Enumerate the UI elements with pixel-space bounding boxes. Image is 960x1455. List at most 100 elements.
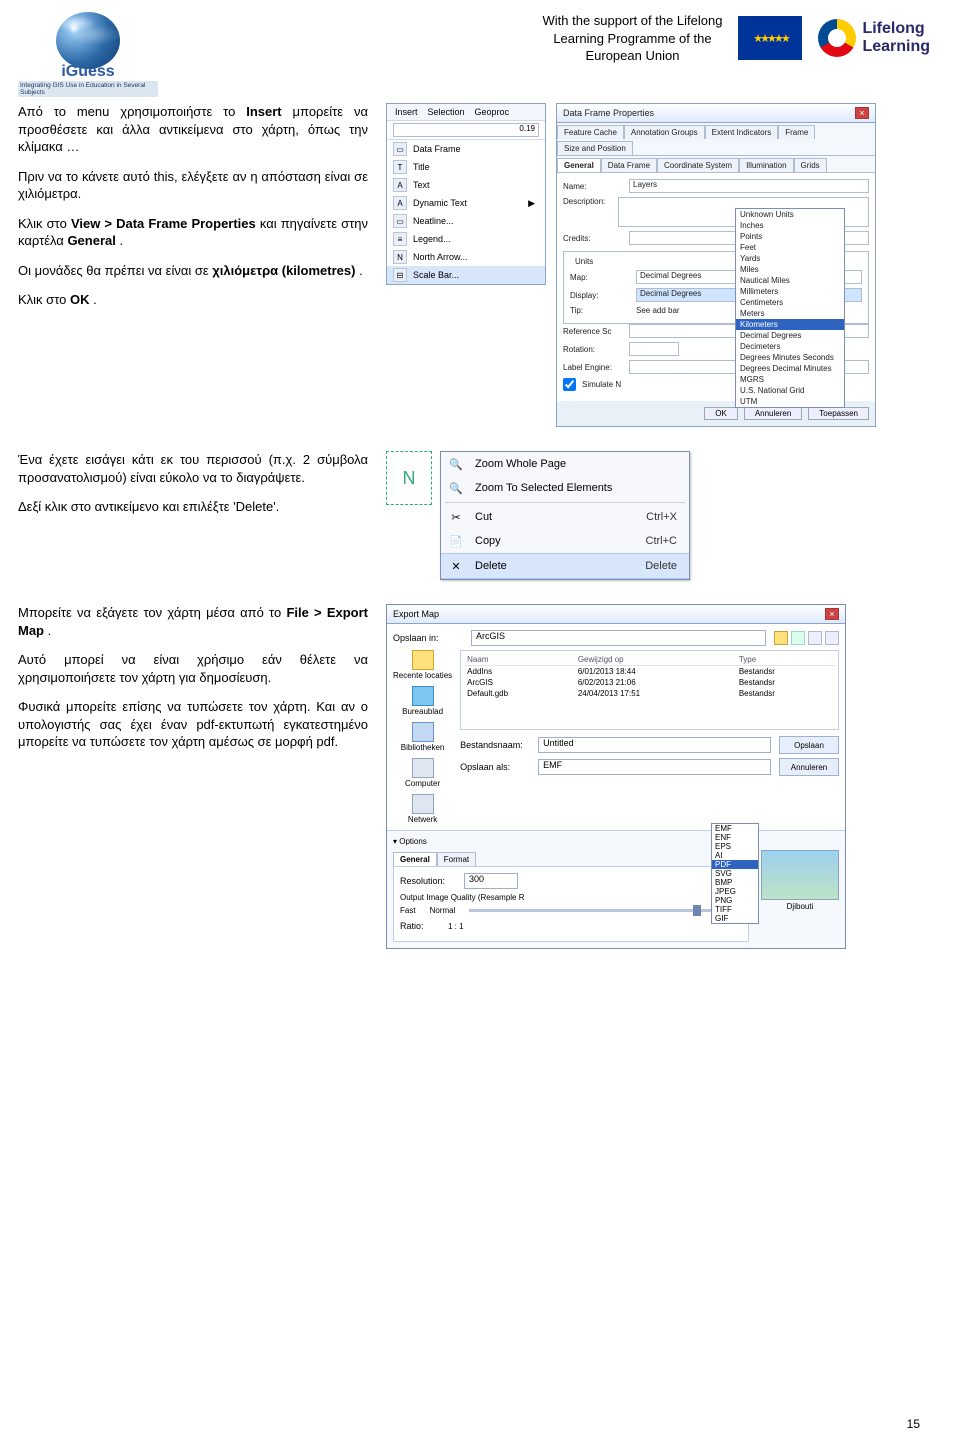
unit-option[interactable]: Decimal Degrees	[736, 330, 844, 341]
menu-item-legend[interactable]: ≡Legend...	[387, 230, 545, 248]
dialog-title: Export Map	[393, 609, 439, 619]
tab-coord-system[interactable]: Coordinate System	[657, 158, 739, 172]
unit-option[interactable]: Millimeters	[736, 286, 844, 297]
save-in-select[interactable]: ArcGIS	[471, 630, 766, 646]
tab-data-frame[interactable]: Data Frame	[601, 158, 657, 172]
format-option[interactable]: PNG	[712, 896, 758, 905]
unit-option[interactable]: Centimeters	[736, 297, 844, 308]
quality-slider[interactable]: Fast Normal Best	[400, 906, 742, 915]
unit-option[interactable]: Inches	[736, 220, 844, 231]
ctx-zoom-whole-page[interactable]: 🔍Zoom Whole Page	[441, 452, 689, 476]
col-header[interactable]: Type	[736, 654, 835, 666]
format-option[interactable]: GIF	[712, 914, 758, 923]
file-type: Bestandsr	[736, 677, 835, 688]
tab-size-position[interactable]: Size and Position	[557, 141, 633, 155]
close-icon[interactable]: ×	[855, 107, 869, 119]
unit-option[interactable]: Meters	[736, 308, 844, 319]
close-icon[interactable]: ×	[825, 608, 839, 620]
unit-option[interactable]: Decimeters	[736, 341, 844, 352]
export-map-dialog: Export Map × Opslaan in: ArcGIS	[386, 604, 846, 949]
ctx-cut[interactable]: ✂CutCtrl+X	[441, 505, 689, 529]
menu-item-dynamic-text[interactable]: ADynamic Text▶	[387, 194, 545, 212]
unit-option[interactable]: Degrees Decimal Minutes	[736, 363, 844, 374]
resolution-input[interactable]: 300	[464, 873, 518, 889]
view-icon[interactable]	[825, 631, 839, 645]
file-row[interactable]: AddIns 6/01/2013 18:44 Bestandsr	[464, 666, 835, 678]
format-list[interactable]: EMF ENF EPS AI PDF SVG BMP JPEG PNG TIFF…	[711, 823, 759, 924]
unit-option[interactable]: Miles	[736, 264, 844, 275]
ctx-delete[interactable]: ✕DeleteDelete	[441, 553, 689, 579]
unit-option[interactable]: Degrees Minutes Seconds	[736, 352, 844, 363]
menu-item-neatline[interactable]: ▭Neatline...	[387, 212, 545, 230]
unit-option[interactable]: Yards	[736, 253, 844, 264]
name-input[interactable]: Layers	[629, 179, 869, 193]
cancel-button[interactable]: Annuleren	[779, 758, 839, 776]
sb-desktop[interactable]: Bureaublad	[393, 686, 452, 716]
format-option[interactable]: SVG	[712, 869, 758, 878]
cancel-button[interactable]: Annuleren	[744, 407, 802, 420]
options-toggle[interactable]: ▾ Options	[393, 837, 839, 846]
unit-option[interactable]: Points	[736, 231, 844, 242]
apply-button[interactable]: Toepassen	[808, 407, 869, 420]
tab-illumination[interactable]: Illumination	[739, 158, 793, 172]
format-option[interactable]: ENF	[712, 833, 758, 842]
new-folder-icon[interactable]	[808, 631, 822, 645]
tab-annotation-groups[interactable]: Annotation Groups	[624, 125, 705, 139]
format-option[interactable]: EPS	[712, 842, 758, 851]
sb-label: Bibliotheken	[401, 743, 445, 752]
format-option[interactable]: EMF	[712, 824, 758, 833]
tab-format[interactable]: Format	[437, 852, 476, 866]
unit-option[interactable]: MGRS	[736, 374, 844, 385]
unit-option[interactable]: Nautical Miles	[736, 275, 844, 286]
tab-extent-indicators[interactable]: Extent Indicators	[705, 125, 779, 139]
tab-feature-cache[interactable]: Feature Cache	[557, 125, 624, 139]
unit-option-selected[interactable]: Kilometers	[736, 319, 844, 330]
col-header[interactable]: Naam	[464, 654, 575, 666]
simulate-checkbox[interactable]	[563, 378, 576, 391]
sb-computer[interactable]: Computer	[393, 758, 452, 788]
tab-general[interactable]: General	[393, 852, 437, 866]
tab-grids[interactable]: Grids	[794, 158, 827, 172]
text-icon: A	[393, 178, 407, 192]
format-option[interactable]: BMP	[712, 878, 758, 887]
tab-general[interactable]: General	[557, 158, 601, 172]
menubar-item[interactable]: Geoproc	[475, 107, 510, 117]
lll-text: Lifelong	[862, 20, 930, 38]
menu-item-scale-bar[interactable]: ⊟Scale Bar...	[387, 266, 545, 284]
libraries-icon	[412, 722, 434, 742]
format-option[interactable]: TIFF	[712, 905, 758, 914]
rotation-input[interactable]	[629, 342, 679, 356]
display-units-list[interactable]: Unknown Units Inches Points Feet Yards M…	[735, 208, 845, 408]
menubar-item[interactable]: Insert	[395, 107, 418, 117]
sb-network[interactable]: Netwerk	[393, 794, 452, 824]
unit-option[interactable]: Feet	[736, 242, 844, 253]
selected-north-arrow-icon[interactable]: N	[386, 451, 432, 505]
menu-item-text[interactable]: AText	[387, 176, 545, 194]
saveas-select[interactable]: EMF	[538, 759, 771, 775]
unit-option[interactable]: UTM	[736, 396, 844, 407]
ctx-copy[interactable]: 📄CopyCtrl+C	[441, 529, 689, 553]
menu-item-title[interactable]: TTitle	[387, 158, 545, 176]
menubar-item[interactable]: Selection	[428, 107, 465, 117]
format-option-selected[interactable]: PDF	[712, 860, 758, 869]
up-icon[interactable]	[791, 631, 805, 645]
filename-input[interactable]: Untitled	[538, 737, 771, 753]
unit-option[interactable]: Unknown Units	[736, 209, 844, 220]
menu-label: Neatline...	[413, 216, 454, 226]
ctx-zoom-selected[interactable]: 🔍Zoom To Selected Elements	[441, 476, 689, 500]
back-icon[interactable]	[774, 631, 788, 645]
format-option[interactable]: JPEG	[712, 887, 758, 896]
save-button[interactable]: Opslaan	[779, 736, 839, 754]
unit-option[interactable]: U.S. National Grid	[736, 385, 844, 396]
file-row[interactable]: ArcGIS 6/02/2013 21:06 Bestandsr	[464, 677, 835, 688]
format-option[interactable]: AI	[712, 851, 758, 860]
menu-item-data-frame[interactable]: ▭Data Frame	[387, 140, 545, 158]
ok-button[interactable]: OK	[704, 407, 738, 420]
sb-recent[interactable]: Recente locaties	[393, 650, 452, 680]
sb-libraries[interactable]: Bibliotheken	[393, 722, 452, 752]
tab-frame[interactable]: Frame	[778, 125, 815, 139]
file-row[interactable]: Default.gdb 24/04/2013 17:51 Bestandsr	[464, 688, 835, 699]
menu-item-north-arrow[interactable]: NNorth Arrow...	[387, 248, 545, 266]
file-list[interactable]: Naam Gewijzigd op Type AddIns 6/01/2013 …	[460, 650, 839, 730]
col-header[interactable]: Gewijzigd op	[575, 654, 736, 666]
